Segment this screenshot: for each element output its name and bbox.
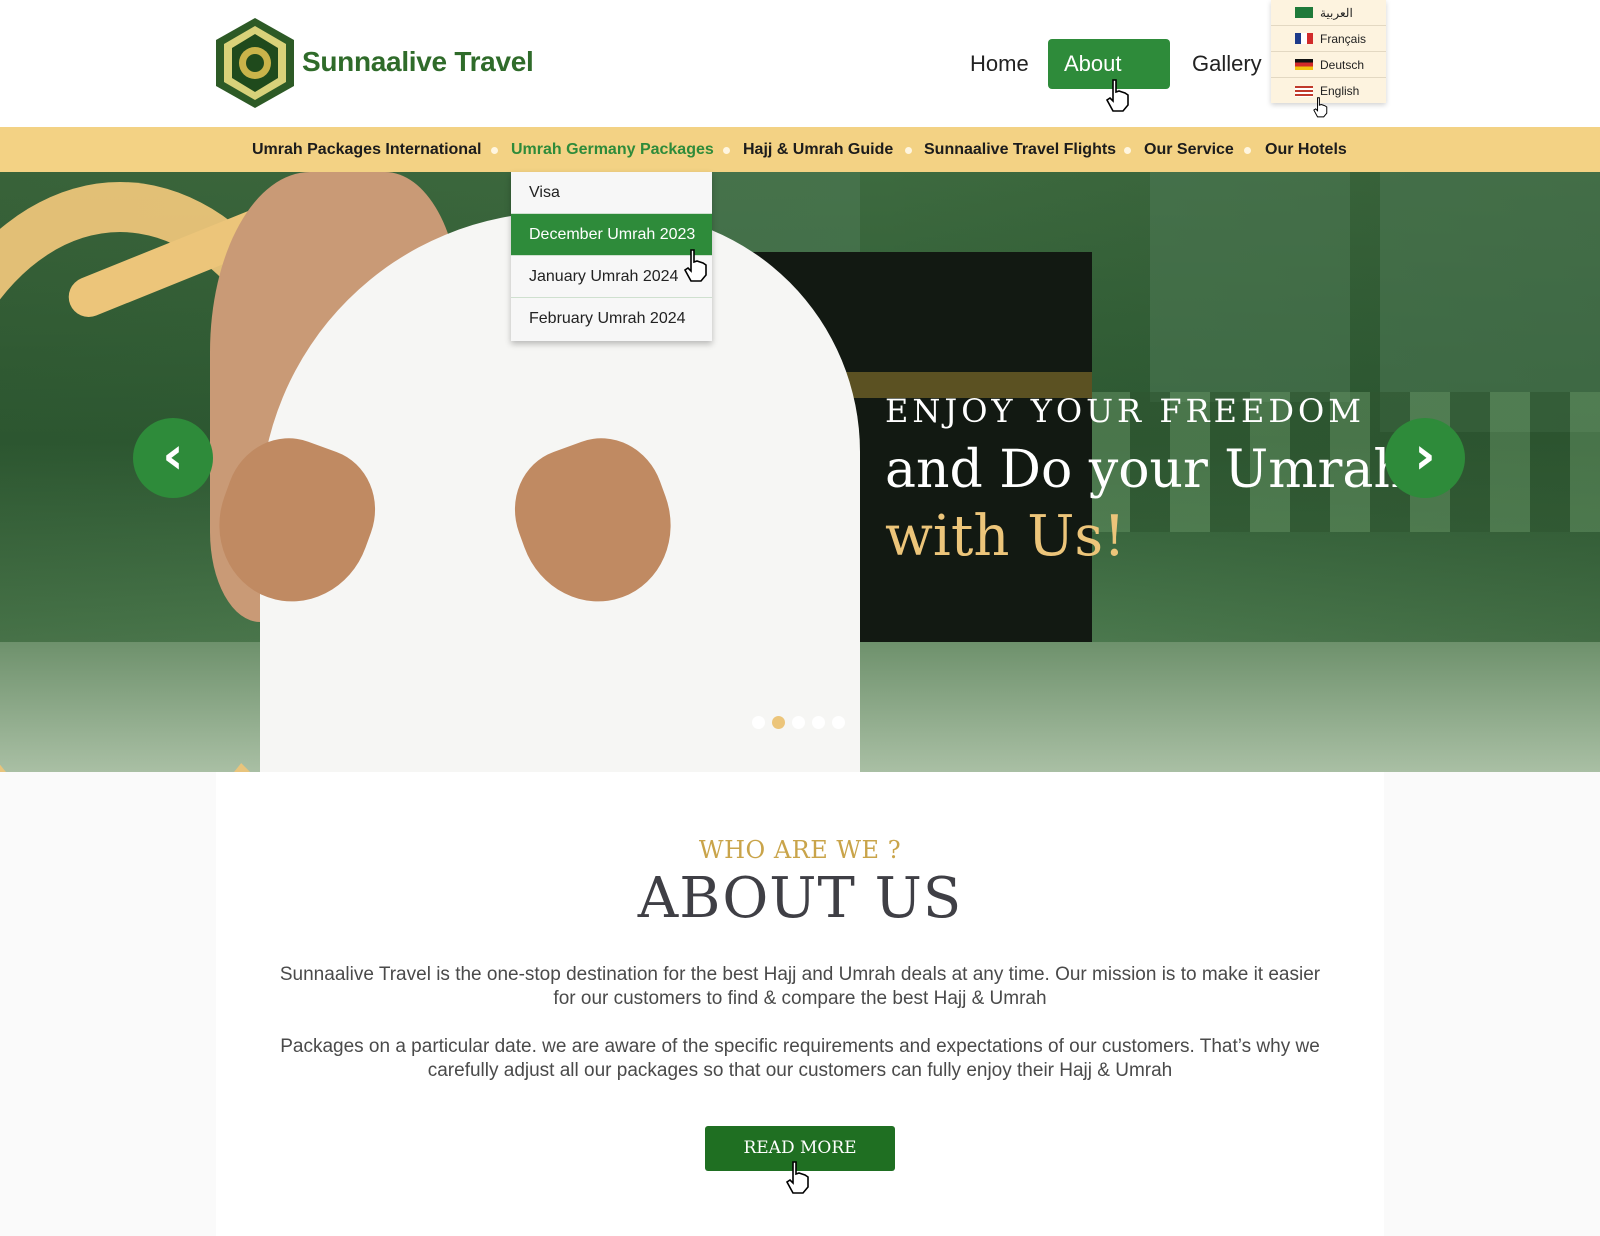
language-option-arabic[interactable]: العربية (1271, 0, 1386, 26)
nav-gallery[interactable]: Gallery (1176, 39, 1278, 89)
about-paragraph-2: Packages on a particular date. we are aw… (280, 1036, 1320, 1081)
menu-separator-dot (723, 147, 730, 154)
submenu-visa[interactable]: Visa (511, 172, 712, 214)
background-building (1150, 172, 1350, 402)
language-option-french[interactable]: Français (1271, 26, 1386, 52)
slider-prev-button[interactable]: ‹ (133, 418, 213, 498)
about-paragraph-1: Sunnaalive Travel is the one-stop destin… (279, 964, 1321, 1009)
fr-flag-icon (1295, 33, 1313, 44)
chevron-left-icon: ‹ (162, 426, 184, 486)
brand-name[interactable]: Sunnaalive Travel (302, 46, 534, 78)
hand-cursor-icon (1313, 97, 1328, 118)
hero-line-3: with Us! (885, 504, 1126, 569)
language-dropdown: العربية Français Deutsch English (1271, 0, 1386, 103)
us-flag-icon (1295, 85, 1313, 97)
language-option-english[interactable]: English (1271, 78, 1386, 104)
menu-flights[interactable]: Sunnaalive Travel Flights (924, 127, 1116, 172)
language-option-german[interactable]: Deutsch (1271, 52, 1386, 78)
about-title: ABOUT US (637, 866, 963, 931)
submenu-february-umrah-2024[interactable]: February Umrah 2024 (511, 298, 712, 340)
language-label: Français (1320, 31, 1367, 46)
language-label: العربية (1320, 5, 1353, 20)
slider-next-button[interactable]: › (1385, 418, 1465, 498)
menu-separator-dot (1124, 147, 1131, 154)
menu-our-hotels[interactable]: Our Hotels (1265, 127, 1347, 172)
hero-slider: ENJOY YOUR FREEDOM and Do your Umrah wit… (0, 172, 1600, 772)
language-label: Deutsch (1320, 57, 1365, 72)
hero-caption: ENJOY YOUR FREEDOM and Do your Umrah wit… (885, 392, 1407, 569)
hero-line-1: ENJOY YOUR FREEDOM (885, 392, 1365, 430)
menu-umrah-germany-packages[interactable]: Umrah Germany Packages (511, 127, 714, 172)
hand-cursor-icon (785, 1161, 809, 1194)
logo-icon[interactable] (216, 18, 294, 108)
menu-separator-dot (1244, 147, 1251, 154)
hand-cursor-icon (683, 249, 707, 282)
menu-separator-dot (491, 147, 498, 154)
slider-dot-4[interactable] (812, 716, 825, 729)
sa-flag-icon (1295, 7, 1313, 18)
slider-dot-1[interactable] (752, 716, 765, 729)
slider-dot-2[interactable] (772, 716, 785, 729)
hero-line-2: and Do your Umrah (885, 440, 1407, 500)
de-flag-icon (1295, 59, 1313, 70)
slider-dot-5[interactable] (832, 716, 845, 729)
about-eyebrow: WHO ARE WE ? (698, 836, 902, 864)
menu-separator-dot (905, 147, 912, 154)
main-menu-bar: Umrah Packages International Umrah Germa… (0, 127, 1600, 172)
chevron-right-icon: › (1414, 426, 1436, 486)
menu-hajj-umrah-guide[interactable]: Hajj & Umrah Guide (743, 127, 893, 172)
menu-our-service[interactable]: Our Service (1144, 127, 1234, 172)
slider-dot-3[interactable] (792, 716, 805, 729)
hand-cursor-icon (1105, 79, 1129, 112)
menu-umrah-packages-international[interactable]: Umrah Packages International (252, 127, 481, 172)
nav-home[interactable]: Home (954, 39, 1045, 89)
